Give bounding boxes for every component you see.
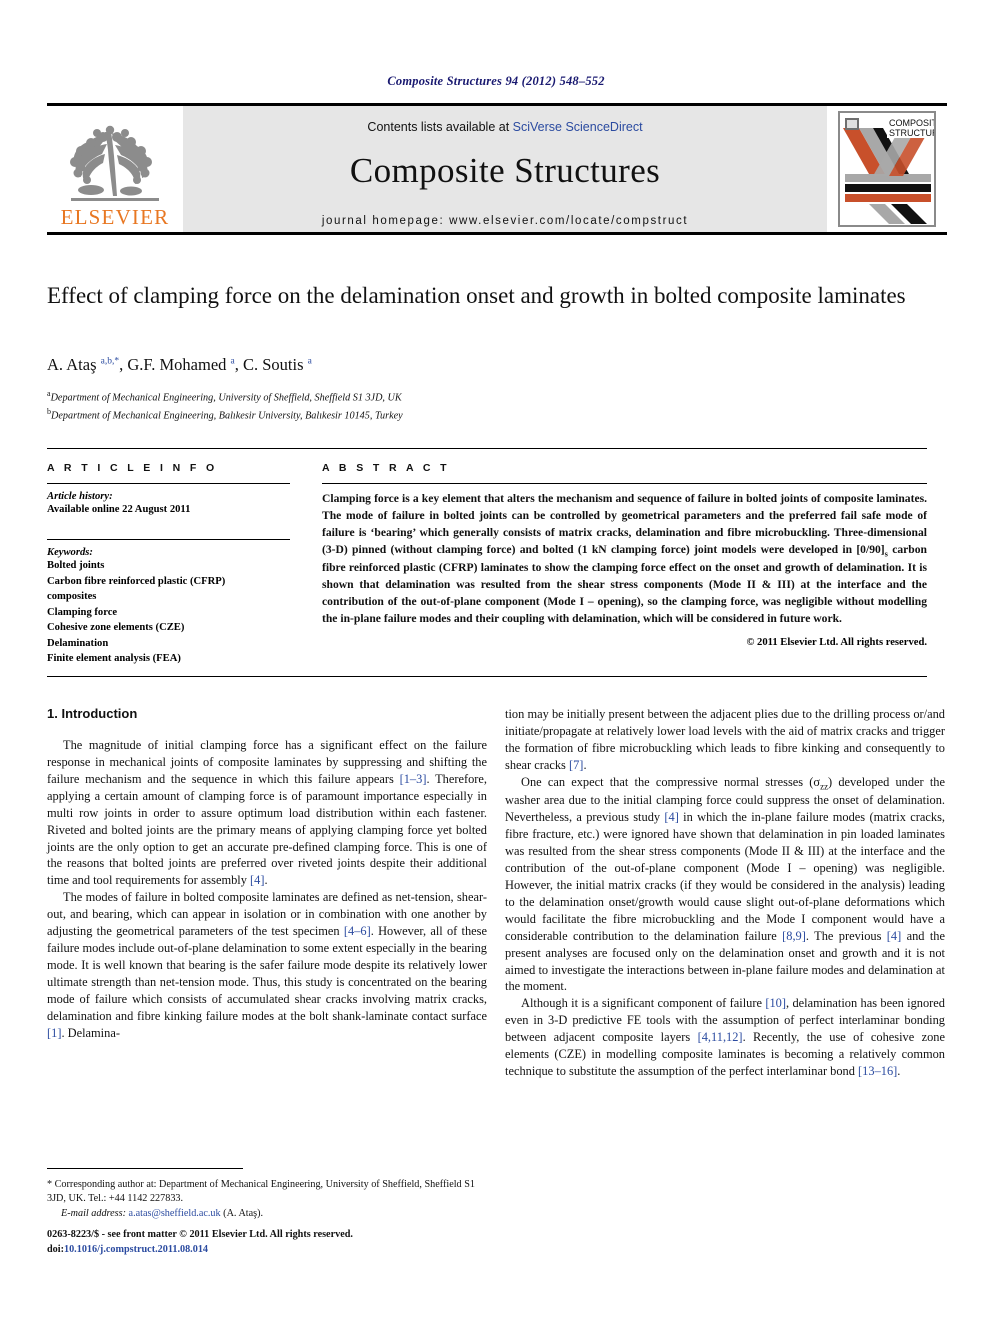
abstract-copyright: © 2011 Elsevier Ltd. All rights reserved…	[746, 636, 927, 648]
author-list: A. Ataş a,b,*, G.F. Mohamed a, C. Soutis…	[47, 355, 312, 374]
paragraph: One can expect that the compressive norm…	[505, 774, 945, 994]
abstract-rule-bottom	[47, 676, 927, 677]
citation-ref[interactable]: [4–6]	[344, 924, 371, 938]
affiliation-b-text: Department of Mechanical Engineering, Ba…	[51, 410, 403, 422]
paragraph: tion may be initially present between th…	[505, 707, 945, 772]
abstract-heading: A B S T R A C T	[322, 462, 450, 474]
abstract-divider	[322, 483, 927, 484]
citation-ref[interactable]: [10]	[765, 996, 786, 1010]
info-rule-top	[47, 448, 927, 449]
body-column-left: 1. Introduction The magnitude of initial…	[47, 706, 487, 1042]
keyword-item: Bolted joints	[47, 560, 105, 572]
issn-line: 0263-8223/$ - see front matter © 2011 El…	[47, 1229, 353, 1240]
citation-ref[interactable]: [4]	[664, 810, 678, 824]
email-note: E-mail address: a.atas@sheffield.ac.uk (…	[47, 1207, 487, 1221]
paper-page: Composite Structures 94 (2012) 548–552 E…	[0, 0, 992, 1323]
citation-ref[interactable]: [4,11,12]	[698, 1030, 743, 1044]
article-history-value: Available online 22 August 2011	[47, 504, 191, 515]
running-head: Composite Structures 94 (2012) 548–552	[387, 74, 605, 88]
elsevier-wordmark: ELSEVIER	[60, 205, 170, 229]
article-history-label: Article history:	[47, 491, 113, 502]
journal-title: Composite Structures	[349, 151, 661, 190]
paragraph: Although it is a significant component o…	[505, 996, 945, 1079]
email-label: E-mail address:	[61, 1207, 126, 1219]
elsevier-tree-icon	[61, 124, 169, 206]
issn-copyright-block: 0263-8223/$ - see front matter © 2011 El…	[47, 1228, 507, 1258]
affiliation-a-text: Department of Mechanical Engineering, Un…	[50, 392, 402, 404]
citation-ref[interactable]: [1–3]	[400, 772, 427, 786]
svg-text:STRUCTURES: STRUCTURES	[889, 128, 935, 138]
keywords-list: Bolted joints Carbon fibre reinforced pl…	[47, 558, 290, 666]
svg-text:COMPOSITE: COMPOSITE	[889, 118, 935, 128]
citation-ref[interactable]: [13–16]	[858, 1064, 897, 1078]
keyword-item: composites	[47, 591, 97, 603]
abstract-column: A B S T R A C T Clamping force is a key …	[322, 462, 927, 648]
email-suffix: (A. Ataş).	[223, 1207, 264, 1219]
keyword-item: Carbon fibre reinforced plastic (CFRP)	[47, 575, 226, 587]
journal-header: ELSEVIER Contents lists available at Sci…	[47, 103, 947, 235]
article-info-heading: A R T I C L E I N F O	[47, 462, 218, 474]
citation-ref[interactable]: [4]	[250, 873, 264, 887]
header-rule-bottom	[47, 232, 947, 235]
affiliations: aDepartment of Mechanical Engineering, U…	[47, 388, 927, 424]
footnote-block: * Corresponding author at: Department of…	[47, 1178, 487, 1221]
corresponding-author-note: * Corresponding author at: Department of…	[47, 1179, 475, 1205]
paragraph: The modes of failure in bolted composite…	[47, 890, 487, 1040]
citation-ref[interactable]: [4]	[887, 929, 901, 943]
keyword-item: Finite element analysis (FEA)	[47, 653, 181, 665]
affiliation-b: bDepartment of Mechanical Engineering, B…	[47, 406, 403, 422]
keyword-item: Delamination	[47, 637, 109, 649]
citation-ref[interactable]: [1]	[47, 1026, 61, 1040]
journal-header-center: Contents lists available at SciVerse Sci…	[183, 106, 827, 232]
keyword-item: Cohesive zone elements (CZE)	[47, 622, 185, 634]
citation-ref[interactable]: [8,9]	[782, 929, 806, 943]
contents-prefix: Contents lists available at	[367, 120, 513, 134]
journal-cover-thumbnail: COMPOSITE STRUCTURES	[827, 106, 947, 232]
info-divider-2	[47, 539, 290, 541]
affiliation-a: aDepartment of Mechanical Engineering, U…	[47, 389, 402, 404]
doi-line: doi:10.1016/j.compstruct.2011.08.014	[47, 1243, 507, 1258]
elsevier-logo: ELSEVIER	[47, 106, 183, 232]
article-info-column: A R T I C L E I N F O Article history: A…	[47, 462, 290, 667]
email-link[interactable]: a.atas@sheffield.ac.uk	[129, 1208, 221, 1219]
doi-label: doi:	[47, 1243, 64, 1255]
contents-available-line: Contents lists available at SciVerse Sci…	[367, 120, 642, 134]
section-heading-introduction: 1. Introduction	[47, 706, 138, 721]
keyword-item: Clamping force	[47, 606, 118, 618]
keywords-label: Keywords:	[47, 547, 93, 559]
footnote-rule	[47, 1168, 243, 1169]
doi-link[interactable]: 10.1016/j.compstruct.2011.08.014	[64, 1244, 208, 1255]
journal-homepage: journal homepage: www.elsevier.com/locat…	[321, 215, 689, 227]
info-divider-1	[47, 483, 290, 484]
paragraph: The magnitude of initial clamping force …	[47, 738, 488, 888]
sciencedirect-link[interactable]: SciVerse ScienceDirect	[513, 120, 643, 134]
page-title: Effect of clamping force on the delamina…	[47, 283, 906, 308]
citation-ref[interactable]: [7]	[569, 758, 583, 772]
body-column-right: tion may be initially present between th…	[505, 706, 945, 1080]
abstract-text: Clamping force is a key element that alt…	[322, 492, 927, 626]
